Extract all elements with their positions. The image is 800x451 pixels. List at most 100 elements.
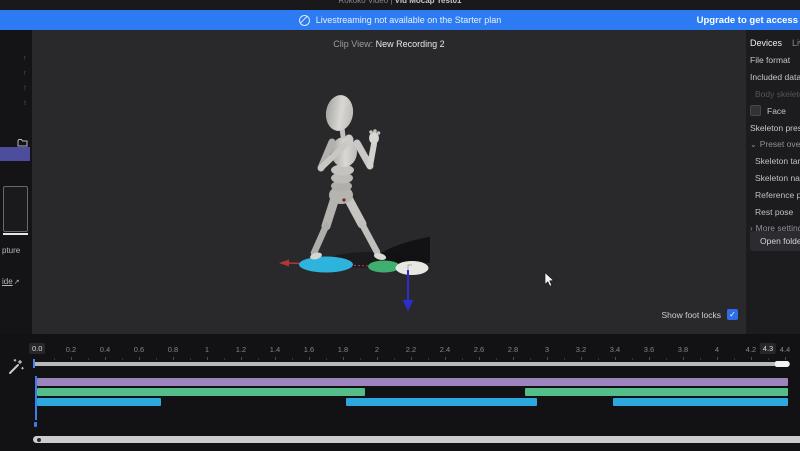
ruler-minor-tick xyxy=(326,358,327,360)
ruler-tick-label[interactable]: 4.2 xyxy=(746,345,756,354)
ruler-tick-label[interactable]: 4 xyxy=(715,345,719,354)
ruler-tick-mark xyxy=(411,357,412,360)
skeleton-preset-label: Skeleton preset xyxy=(750,122,800,133)
ruler-tick-mark xyxy=(513,357,514,360)
no-entry-icon xyxy=(298,14,310,26)
foot-lock-marker-green xyxy=(368,260,400,273)
body-skeleton-label: Body skeleton xyxy=(755,88,800,99)
sidebar-selected-item[interactable] xyxy=(0,147,30,161)
left-sidebar: r r t t pture ide↗ xyxy=(0,30,32,334)
face-checkbox[interactable] xyxy=(750,105,761,117)
ruler-tick-label[interactable]: 3.8 xyxy=(678,345,688,354)
foot-locks-checkbox[interactable]: ✓ xyxy=(727,309,738,320)
viewport-3d[interactable]: Clip View: New Recording 2 Show foot loc… xyxy=(32,30,746,334)
ruler-tick-label[interactable]: 1.6 xyxy=(304,345,314,354)
window-title-app: Rokoko Video | xyxy=(338,0,393,5)
ruler-minor-tick xyxy=(598,358,599,360)
track-purple-segment[interactable] xyxy=(37,378,789,386)
panel-row-preset-overrides[interactable]: ⌄Preset overrides xyxy=(750,136,800,153)
sidebar-item-fragment[interactable]: t xyxy=(24,100,26,107)
open-folder-button[interactable]: Open folder xyxy=(750,231,800,251)
ruler-tick-mark xyxy=(71,357,72,360)
ruler-tick-mark xyxy=(445,357,446,360)
panel-row-skeleton-target[interactable]: Skeleton target xyxy=(750,153,800,170)
upgrade-link[interactable]: Upgrade to get access xyxy=(697,10,798,30)
ruler-tick-label[interactable]: 1 xyxy=(205,345,209,354)
ruler-tick-label[interactable]: 0.4 xyxy=(100,345,110,354)
ruler-minor-tick xyxy=(292,358,293,360)
timeline-range-handle[interactable] xyxy=(775,361,789,367)
ruler-tick-label[interactable]: 4.4 xyxy=(780,345,790,354)
playhead-time-badge[interactable]: 0.0 xyxy=(29,343,46,354)
window-title: Rokoko Video | Vid Mocap Test01 xyxy=(0,0,800,5)
ruler-tick-mark xyxy=(139,357,140,360)
ruler-tick-mark xyxy=(105,357,106,360)
ruler-tick-mark xyxy=(615,357,616,360)
panel-row-reference-pose[interactable]: Reference pose xyxy=(750,186,800,203)
panel-row-rest-pose[interactable]: Rest pose xyxy=(750,203,800,220)
ruler-minor-tick xyxy=(632,358,633,360)
ruler-tick-mark xyxy=(343,357,344,360)
ruler-tick-label[interactable]: 3.4 xyxy=(610,345,620,354)
ruler-tick-mark xyxy=(785,357,786,360)
mannequin-figure xyxy=(310,95,387,260)
ruler-minor-tick xyxy=(258,358,259,360)
ruler-tick-label[interactable]: 2.8 xyxy=(508,345,518,354)
ruler-tick-label[interactable]: 3.6 xyxy=(644,345,654,354)
foot-lock-marker-blue xyxy=(299,256,353,273)
sidebar-item-fragment[interactable]: t xyxy=(24,85,26,92)
capture-label-fragment[interactable]: pture xyxy=(2,246,20,255)
panel-row-skeleton-preset[interactable]: Skeleton preset xyxy=(750,119,800,136)
ruler-tick-label[interactable]: 0.6 xyxy=(134,345,144,354)
ruler-tick-mark xyxy=(581,357,582,360)
ruler-tick-mark xyxy=(547,357,548,360)
guide-link-fragment[interactable]: ide↗ xyxy=(2,277,20,286)
panel-row-file-format[interactable]: File format xyxy=(750,52,800,69)
track-cyan-segment[interactable] xyxy=(37,398,162,406)
device-preview-thumbnail[interactable] xyxy=(3,186,28,232)
ruler-tick-label[interactable]: 1.2 xyxy=(236,345,246,354)
ruler-tick-label[interactable]: 0.8 xyxy=(168,345,178,354)
timeline-ruler[interactable]: 0.0 4.3 0.2 0.4 0.6 0.8 1 1.2 1.4 1.6 1.8 2 2.2 2.4… xyxy=(0,334,800,362)
ruler-minor-tick xyxy=(394,358,395,360)
reference-pose-label: Reference pose xyxy=(755,189,800,200)
timeline-range-bar[interactable] xyxy=(33,362,790,366)
panel-row-included-data[interactable]: Included data xyxy=(750,69,800,86)
ruler-tick-mark xyxy=(377,357,378,360)
ruler-tick-mark xyxy=(479,357,480,360)
plan-banner: Livestreaming not available on the Start… xyxy=(0,10,800,30)
ruler-tick-label[interactable]: 1.8 xyxy=(338,345,348,354)
ruler-tick-label[interactable]: 2.2 xyxy=(406,345,416,354)
foot-lock-marker-white xyxy=(395,261,429,275)
ruler-minor-tick xyxy=(666,358,667,360)
timeline-playhead[interactable] xyxy=(35,376,37,420)
ruler-tick-label[interactable]: 1.4 xyxy=(270,345,280,354)
ruler-minor-tick xyxy=(734,358,735,360)
ruler-tick-label[interactable]: 2.4 xyxy=(440,345,450,354)
panel-row-body-skeleton: Body skeleton xyxy=(750,86,800,103)
timeline-scrollbar[interactable] xyxy=(33,436,800,443)
ruler-tick-label[interactable]: 0.2 xyxy=(66,345,76,354)
ruler-minor-tick xyxy=(88,358,89,360)
clip-end-time-badge[interactable]: 4.3 xyxy=(759,343,777,354)
foot-locks-label: Show foot locks xyxy=(661,309,721,320)
panel-row-skeleton-name[interactable]: Skeleton name xyxy=(750,170,800,187)
sidebar-item-fragment[interactable]: r xyxy=(24,55,26,62)
tab-live[interactable]: Live xyxy=(792,38,800,48)
ruler-tick-label[interactable]: 3 xyxy=(545,345,549,354)
ruler-tick-label[interactable]: 2 xyxy=(375,345,379,354)
track-cyan-segment[interactable] xyxy=(613,398,789,406)
timeline-scrollbar-knob[interactable] xyxy=(37,437,41,442)
sidebar-item-fragment[interactable]: r xyxy=(24,70,26,77)
panel-row-face[interactable]: Face xyxy=(750,102,800,119)
tab-devices[interactable]: Devices xyxy=(750,38,782,48)
track-green-segment[interactable] xyxy=(524,388,789,396)
timeline-playhead-foot xyxy=(33,422,37,427)
track-cyan-segment[interactable] xyxy=(346,398,537,406)
ruler-tick-mark xyxy=(275,357,276,360)
ruler-tick-label[interactable]: 2.6 xyxy=(474,345,484,354)
skeleton-name-label: Skeleton name xyxy=(755,172,800,183)
mocap-actor-scene xyxy=(279,95,430,311)
track-green-segment[interactable] xyxy=(37,388,366,396)
ruler-tick-label[interactable]: 3.2 xyxy=(576,345,586,354)
